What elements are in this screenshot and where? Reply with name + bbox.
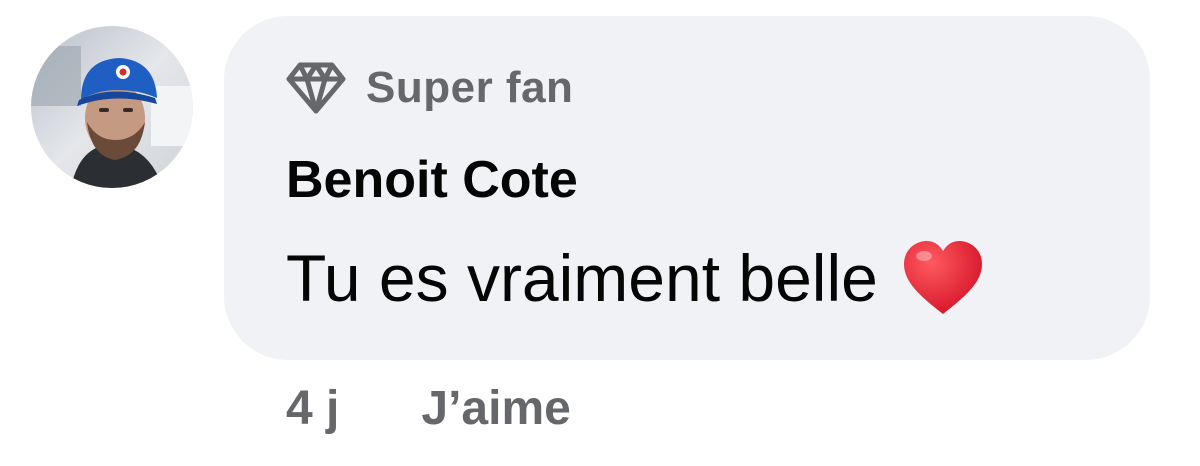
comment-actions: 4 j J’aime [286,378,571,438]
comment-body: Tu es vraiment belle [286,241,878,315]
avatar-image [31,26,193,188]
author-name[interactable]: Benoit Cote [286,148,578,212]
comment-text: Tu es vraiment belle [286,238,986,318]
avatar[interactable] [31,26,193,188]
red-heart-icon [900,238,986,318]
comment: Super fan Benoit Cote Tu es vraiment bel… [0,0,1200,466]
timestamp[interactable]: 4 j [286,381,339,436]
diamond-icon [286,62,346,114]
badge-label: Super fan [366,63,574,112]
fan-badge[interactable]: Super fan [286,60,573,116]
comment-bubble: Super fan Benoit Cote Tu es vraiment bel… [224,16,1150,360]
like-button[interactable]: J’aime [421,381,570,436]
